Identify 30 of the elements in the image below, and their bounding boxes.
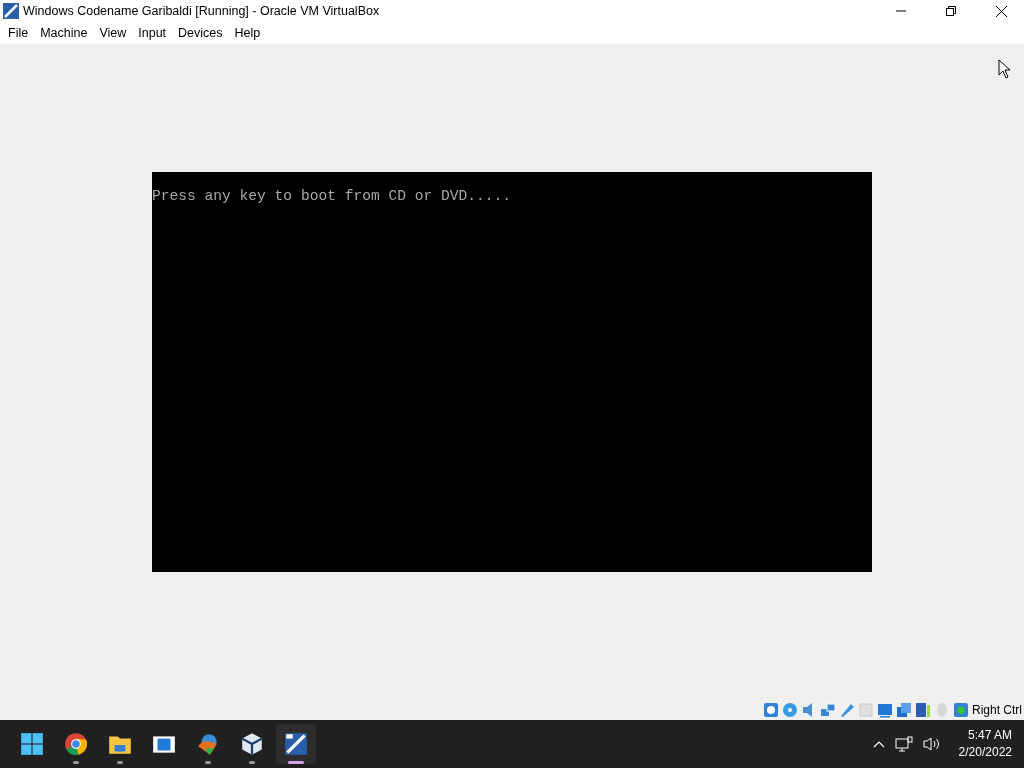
restore-icon xyxy=(946,6,956,16)
browser-icon xyxy=(63,731,89,757)
optical-disc-icon[interactable] xyxy=(782,702,798,718)
virtualization-icon[interactable] xyxy=(915,702,931,718)
network-icon[interactable] xyxy=(894,736,913,752)
volume-icon[interactable] xyxy=(922,736,941,752)
boot-message: Press any key to boot from CD or DVD..... xyxy=(152,188,512,204)
host-key-label: Right Ctrl xyxy=(972,703,1022,717)
taskbar-app[interactable] xyxy=(276,724,316,764)
date-text: 2/20/2022 xyxy=(958,744,1012,761)
cube-icon xyxy=(239,731,265,757)
time-text: 5:47 AM xyxy=(967,727,1012,744)
close-icon xyxy=(995,5,1007,17)
menu-item[interactable]: Help xyxy=(228,26,267,40)
clock[interactable]: 5:47 AM 2/20/2022 xyxy=(958,727,1012,761)
app-icon xyxy=(3,3,19,19)
disc-image-icon xyxy=(283,731,309,757)
usb-icon[interactable] xyxy=(839,702,855,718)
display-icon[interactable] xyxy=(877,702,893,718)
menu-item[interactable]: File xyxy=(2,26,35,40)
menu-item[interactable]: Devices xyxy=(172,26,229,40)
window-title: Windows Codename Garibaldi [Running] - Oracle VM VirtualBox xyxy=(23,4,381,18)
chevron-up-icon[interactable] xyxy=(872,740,885,748)
menu-item[interactable]: Input xyxy=(132,26,173,40)
mouse-pointer-icon xyxy=(998,59,1012,79)
menu-item[interactable]: View xyxy=(93,26,133,40)
capture-icon[interactable] xyxy=(896,702,912,718)
menu-item[interactable]: Machine xyxy=(34,26,94,40)
keyboard-capture-icon[interactable] xyxy=(953,702,969,718)
windows-logo-icon xyxy=(19,731,45,757)
